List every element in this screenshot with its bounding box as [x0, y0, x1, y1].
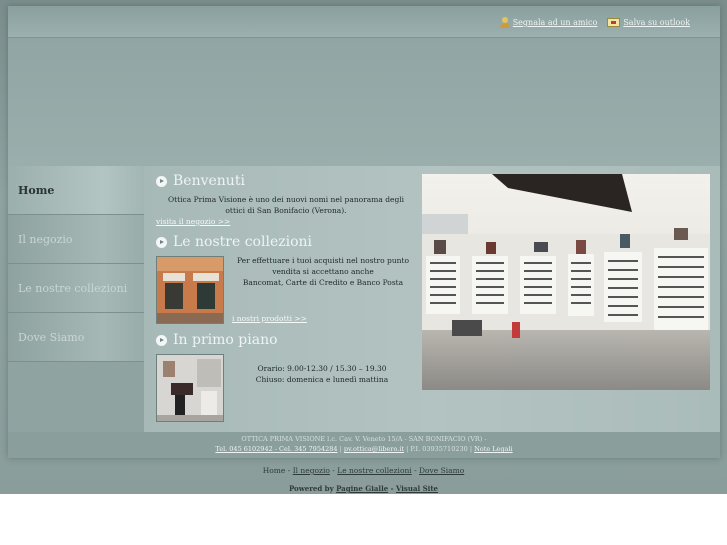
sidebar-item-collezioni[interactable]: Le nostre collezioni: [8, 264, 144, 313]
powered-by: Powered by Pagine Gialle - Visual Site: [0, 484, 727, 493]
bottom-nav-collezioni[interactable]: Le nostre collezioni: [337, 466, 411, 475]
powered-label: Powered by: [288, 484, 334, 493]
closed-text: Chiuso: domenica e lunedì mattina: [255, 374, 389, 384]
collections-text-line1: Per effettuare i tuoi acquisti nel nostr…: [236, 256, 410, 276]
collections-text: Per effettuare i tuoi acquisti nel nostr…: [230, 256, 416, 289]
first-floor-heading: In primo piano: [156, 332, 278, 348]
collections-heading: Le nostre collezioni: [156, 234, 312, 250]
powered-sep: -: [390, 484, 394, 493]
phone-link[interactable]: Tel. 045 6102942 - Cel. 345 7954284: [215, 445, 337, 453]
top-bar: Segnala ad un amico Salva su outlook: [8, 6, 720, 38]
bottom-nav: Home - Il negozio - Le nostre collezioni…: [0, 466, 727, 475]
welcome-text: Ottica Prima Visione è uno dei nuovi nom…: [167, 195, 405, 215]
hours-text: Orario: 9.00-12.30 / 15.30 – 19.30: [257, 364, 387, 373]
welcome-title: Benvenuti: [173, 173, 245, 189]
sidebar-item-dove-siamo[interactable]: Dove Siamo: [8, 313, 144, 362]
bottom-nav-sep: -: [332, 466, 335, 475]
pagine-gialle-link[interactable]: Pagine Gialle: [336, 484, 388, 493]
shop-interior-photo: [422, 174, 710, 390]
sidebar-nav: Home Il negozio Le nostre collezioni Dov…: [8, 166, 144, 432]
bottom-nav-home: Home: [262, 466, 286, 475]
outlook-card-icon: [607, 18, 621, 27]
company-info: OTTICA PRIMA VISIONE l.c. Cav. V. Veneto…: [241, 435, 487, 443]
friend-icon: [499, 17, 510, 28]
save-outlook-label: Salva su outlook: [623, 18, 690, 27]
arrow-bullet-icon: [156, 236, 167, 248]
bottom-nav-dove-siamo[interactable]: Dove Siamo: [419, 466, 464, 475]
first-floor-title: In primo piano: [173, 332, 278, 348]
main-content: Benvenuti Ottica Prima Visione è uno dei…: [144, 166, 720, 432]
save-outlook-link[interactable]: Salva su outlook: [607, 18, 690, 27]
legal-notes-link[interactable]: Note Legali: [474, 445, 512, 453]
sidebar-item-home[interactable]: Home: [8, 166, 144, 215]
vat-number: P.I. 03935710230: [410, 445, 468, 453]
bottom-nav-sep: -: [414, 466, 417, 475]
separator: |: [339, 445, 342, 453]
arrow-bullet-icon: [156, 334, 167, 346]
storefront-thumbnail: [156, 256, 224, 324]
separator: |: [469, 445, 473, 453]
tell-friend-link[interactable]: Segnala ad un amico: [499, 17, 598, 28]
header-banner: [8, 38, 720, 166]
email-link[interactable]: pv.ottica@libero.it: [344, 445, 404, 453]
contact-line: Tel. 045 6102942 - Cel. 345 7954284 | pv…: [8, 444, 720, 454]
bottom-nav-negozio[interactable]: Il negozio: [293, 466, 330, 475]
tell-friend-label: Segnala ad un amico: [512, 18, 598, 27]
opening-hours: Orario: 9.00-12.30 / 15.30 – 19.30 Chius…: [236, 364, 408, 386]
separator: |: [406, 445, 409, 453]
bottom-nav-sep: -: [287, 466, 291, 475]
sidebar-item-negozio[interactable]: Il negozio: [8, 215, 144, 264]
arrow-bullet-icon: [156, 175, 167, 187]
welcome-heading: Benvenuti: [156, 173, 245, 189]
visit-shop-link[interactable]: visita il negozio >>: [156, 217, 230, 226]
collections-text-line2: Bancomat, Carte di Credito e Banco Posta: [242, 277, 404, 287]
optician-room-thumbnail: [156, 354, 224, 422]
visual-site-link[interactable]: Visual Site: [396, 484, 438, 493]
collections-title: Le nostre collezioni: [173, 234, 313, 250]
top-links: Segnala ad un amico Salva su outlook: [499, 17, 690, 28]
products-link[interactable]: i nostri prodotti >>: [232, 314, 307, 323]
footer-bar: OTTICA PRIMA VISIONE l.c. Cav. V. Veneto…: [8, 432, 720, 458]
